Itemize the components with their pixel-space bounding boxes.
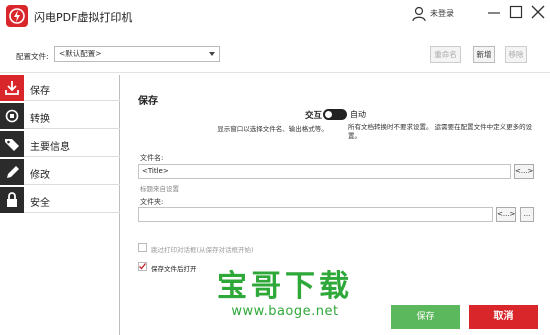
folder-input[interactable] bbox=[138, 207, 493, 222]
mode-auto-label: 自动 bbox=[350, 110, 366, 119]
app-title: 闪电PDF虚拟打印机 bbox=[34, 11, 133, 24]
checkmark-icon bbox=[139, 263, 147, 270]
skip-dialog-label: 跳过打印对话框(从保存对话框开始) bbox=[151, 246, 254, 254]
toggle-knob bbox=[325, 111, 332, 118]
sidebar-item-label: 修改 bbox=[30, 170, 50, 181]
chevron-down-icon bbox=[209, 52, 215, 56]
watermark-title: 宝哥下载 bbox=[217, 269, 353, 304]
lock-icon bbox=[0, 187, 24, 213]
minimize-icon[interactable] bbox=[486, 4, 502, 20]
sidebar-item-label: 保存 bbox=[30, 86, 50, 97]
filename-token-button[interactable]: <...> bbox=[514, 164, 534, 179]
sidebar: 保存 转换 主要信息 修改 安全 bbox=[0, 75, 120, 335]
watermark: 宝哥下载 www.baoge.net bbox=[195, 270, 375, 320]
sidebar-item-modify[interactable]: 修改 bbox=[0, 159, 120, 185]
pencil-icon bbox=[0, 159, 24, 185]
sidebar-item-label: 安全 bbox=[30, 198, 50, 209]
sidebar-item-convert[interactable]: 转换 bbox=[0, 103, 120, 129]
new-button[interactable]: 新增 bbox=[473, 46, 495, 63]
divider bbox=[0, 72, 550, 73]
title-bar: 闪电PDF虚拟打印机 未登录 bbox=[0, 0, 550, 34]
tag-icon bbox=[0, 131, 24, 157]
filename-input[interactable]: <Title> bbox=[138, 164, 511, 179]
login-status[interactable]: 未登录 bbox=[430, 8, 454, 19]
folder-label: 文件夹: bbox=[140, 198, 164, 206]
user-icon[interactable] bbox=[412, 6, 426, 22]
save-button[interactable]: 保存 bbox=[391, 305, 460, 329]
sidebar-item-security[interactable]: 安全 bbox=[0, 187, 120, 213]
section-title: 保存 bbox=[138, 96, 158, 107]
filename-hint: 标题来自设置 bbox=[140, 185, 179, 193]
filename-label: 文件名: bbox=[140, 154, 164, 162]
watermark-url: www.baoge.net bbox=[231, 304, 339, 319]
skip-dialog-checkbox[interactable] bbox=[138, 243, 147, 252]
sidebar-item-label: 主要信息 bbox=[30, 142, 70, 153]
config-label: 配置文件: bbox=[16, 52, 49, 61]
sidebar-item-save[interactable]: 保存 bbox=[0, 75, 120, 101]
auto-description: 所有文档转换时不要求设置。 运需要在配置文件中定义更多的设置。 bbox=[348, 123, 533, 140]
close-icon[interactable] bbox=[530, 4, 546, 20]
download-icon bbox=[0, 75, 24, 101]
mode-interactive-label: 交互 bbox=[305, 111, 323, 121]
mode-toggle[interactable] bbox=[323, 109, 347, 120]
config-select-value: <默认配置> bbox=[59, 49, 102, 58]
sidebar-item-label: 转换 bbox=[30, 114, 50, 125]
open-after-checkbox[interactable] bbox=[138, 262, 147, 271]
interactive-description: 显示窗口以选择文件名、输出格式等。 bbox=[217, 125, 328, 133]
open-after-label: 保存文件后打开 bbox=[151, 265, 197, 273]
remove-button[interactable]: 移除 bbox=[505, 46, 527, 63]
maximize-icon[interactable] bbox=[508, 4, 524, 20]
convert-icon bbox=[0, 103, 24, 129]
app-logo-icon bbox=[6, 5, 28, 27]
folder-browse-button[interactable]: ... bbox=[520, 207, 534, 222]
sidebar-item-main-info[interactable]: 主要信息 bbox=[0, 131, 120, 157]
folder-token-button[interactable]: <...> bbox=[496, 207, 516, 222]
config-select[interactable]: <默认配置> bbox=[54, 46, 220, 62]
cancel-button[interactable]: 取消 bbox=[469, 305, 538, 329]
rename-button[interactable]: 重命名 bbox=[430, 46, 461, 63]
